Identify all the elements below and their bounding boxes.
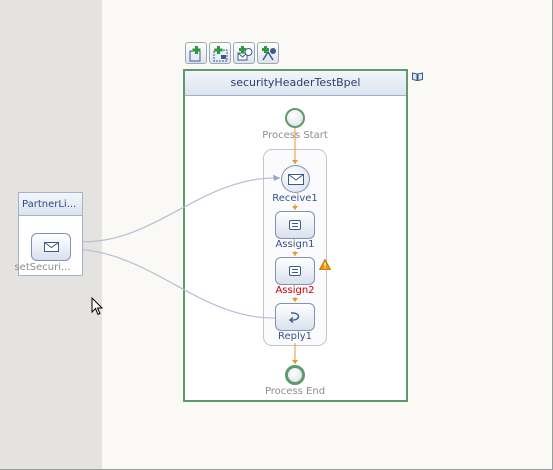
process-start-label: Process Start bbox=[262, 130, 328, 141]
mouse-pointer-icon bbox=[91, 297, 104, 316]
assign-icon bbox=[289, 266, 301, 276]
process-end-node[interactable] bbox=[285, 365, 305, 385]
assign2-label: Assign2 bbox=[275, 285, 315, 296]
assign1-activity[interactable] bbox=[275, 211, 315, 239]
envelope-icon bbox=[288, 174, 304, 185]
receive1-activity[interactable] bbox=[281, 165, 310, 193]
flow-arrow-1 bbox=[292, 160, 298, 164]
process-end-label: Process End bbox=[264, 386, 326, 397]
flow-arrow-4 bbox=[292, 298, 298, 302]
reply1-activity[interactable] bbox=[275, 303, 315, 331]
process-start-node[interactable] bbox=[285, 108, 305, 128]
reply-arrow-icon bbox=[288, 312, 300, 323]
partner-operation-label: setSecuri... bbox=[14, 262, 71, 273]
warning-icon[interactable] bbox=[319, 259, 331, 270]
flow-arrow-2 bbox=[292, 206, 298, 210]
partner-link-title[interactable]: PartnerLi... bbox=[19, 193, 82, 216]
assign-icon bbox=[289, 220, 301, 230]
receive1-label: Receive1 bbox=[272, 193, 318, 204]
flow-arrow-5 bbox=[292, 360, 298, 364]
partner-operation-button[interactable] bbox=[31, 233, 71, 261]
reply1-label: Reply1 bbox=[277, 331, 313, 342]
message-link-arrowhead bbox=[273, 174, 280, 181]
assign1-label: Assign1 bbox=[275, 239, 315, 250]
assign2-activity[interactable] bbox=[275, 257, 315, 285]
message-link-receive bbox=[71, 177, 281, 243]
envelope-icon bbox=[44, 242, 59, 252]
flow-arrow-3 bbox=[292, 252, 298, 256]
